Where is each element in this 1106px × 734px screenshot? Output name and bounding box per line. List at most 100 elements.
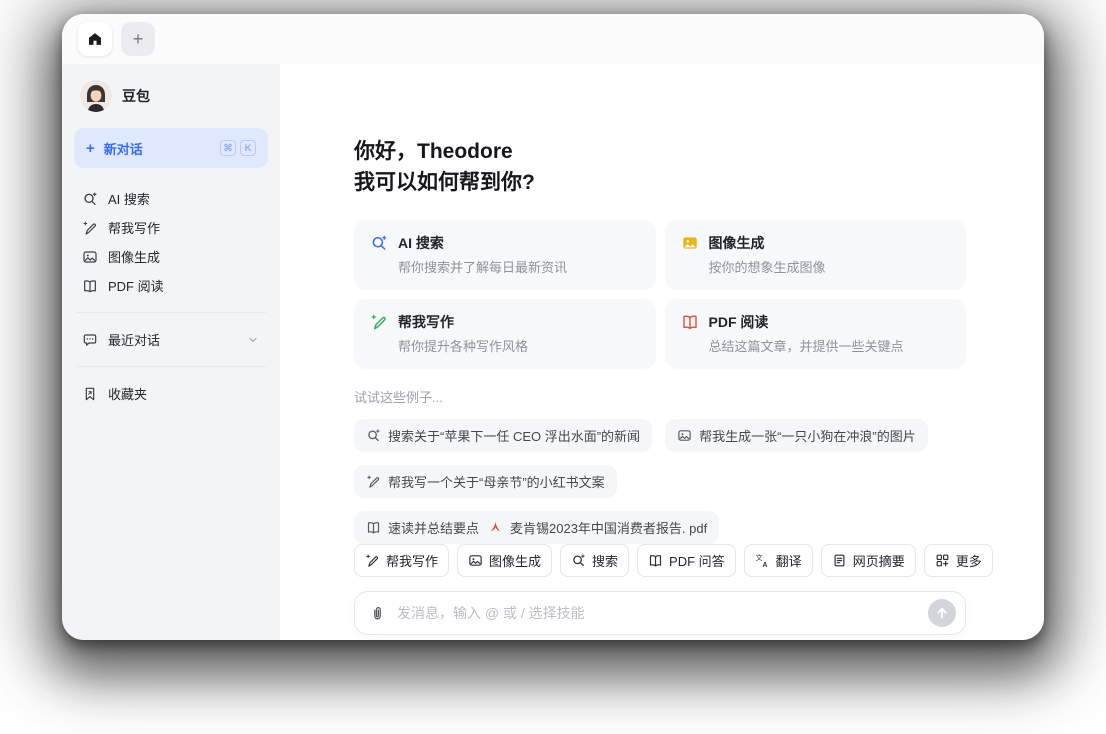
book-icon — [366, 520, 381, 535]
card-title: 帮我写作 — [398, 314, 454, 330]
card-title: PDF 阅读 — [708, 314, 769, 330]
home-icon — [87, 31, 103, 47]
search-icon — [366, 428, 381, 443]
tab-home[interactable] — [78, 22, 112, 56]
toolbar-chip-label: 搜索 — [592, 554, 619, 569]
sidebar-item-label: AI 搜索 — [108, 192, 150, 207]
app-window: + 豆包 + 新对话 ⌘ K AI 搜索 帮我写作 图像生成 PDF 阅读 最近… — [62, 14, 1044, 640]
sidebar-item-recent-chats[interactable]: 最近对话 — [74, 325, 268, 354]
new-chat-label: 新对话 — [103, 141, 143, 157]
send-button[interactable] — [928, 599, 956, 627]
sidebar-item-ai-search[interactable]: AI 搜索 — [74, 184, 268, 213]
chip-label: 搜索关于“苹果下一任 CEO 浮出水面”的新闻 — [388, 429, 641, 444]
card-pdf-read[interactable]: PDF 阅读 总结这篇文章，并提供一些关键点 — [664, 299, 966, 369]
toolbar-chip-write[interactable]: 帮我写作 — [354, 544, 450, 577]
new-tab-button[interactable]: + — [121, 22, 155, 56]
card-title: AI 搜索 — [398, 235, 444, 251]
plus-icon: + — [86, 139, 95, 157]
search-icon — [571, 553, 586, 568]
skill-toolbar: 帮我写作 图像生成 搜索 PDF 问答 文 A 翻译 网页摘要 更多 — [354, 544, 993, 577]
write-icon — [370, 313, 388, 331]
toolbar-chip-pdf-qa[interactable]: PDF 问答 — [637, 544, 736, 577]
tab-bar: + — [62, 14, 1044, 64]
write-icon — [366, 474, 381, 489]
avatar — [80, 80, 112, 112]
sidebar-item-favorites[interactable]: 收藏夹 — [74, 379, 268, 408]
sidebar-item-label: 收藏夹 — [108, 387, 148, 402]
example-chip-summarize-pdf[interactable]: 速读并总结要点 麦肯锡2023年中国消费者报告. pdf — [354, 511, 720, 544]
sidebar: 豆包 + 新对话 ⌘ K AI 搜索 帮我写作 图像生成 PDF 阅读 最近对话… — [62, 64, 280, 640]
more-grid-icon — [935, 553, 950, 568]
cmd-key-badge: ⌘ — [220, 140, 236, 156]
toolbar-chip-translate[interactable]: 文A 翻译 — [743, 544, 813, 577]
pdf-read-icon — [681, 313, 699, 331]
ai-search-icon — [82, 191, 98, 207]
card-subtitle: 按你的想象生成图像 — [708, 260, 826, 275]
sidebar-menu: AI 搜索 帮我写作 图像生成 PDF 阅读 — [74, 184, 268, 300]
sidebar-item-label: 帮我写作 — [108, 221, 161, 236]
toolbar-chip-label: 网页摘要 — [852, 554, 905, 569]
toolbar-chip-search[interactable]: 搜索 — [560, 544, 630, 577]
translate-icon: 文A — [755, 553, 770, 568]
profile-name: 豆包 — [122, 88, 150, 104]
card-image-gen[interactable]: 图像生成 按你的想象生成图像 — [664, 220, 966, 290]
attachment-name: 麦肯锡2023年中国消费者报告. pdf — [510, 521, 708, 536]
example-chips: 搜索关于“苹果下一任 CEO 浮出水面”的新闻 帮我生成一张“一只小狗在冲浪”的… — [354, 419, 994, 544]
ai-search-icon — [370, 234, 388, 252]
svg-text:A: A — [762, 562, 767, 568]
greeting-line1: 你好，Theodore — [354, 140, 513, 163]
card-write[interactable]: 帮我写作 帮你提升各种写作风格 — [354, 299, 656, 369]
divider — [76, 312, 266, 313]
toolbar-chip-image-gen[interactable]: 图像生成 — [457, 544, 553, 577]
toolbar-chip-label: 图像生成 — [489, 554, 542, 569]
chat-bubble-icon — [82, 332, 98, 348]
card-subtitle: 帮你搜索并了解每日最新资讯 — [398, 260, 568, 275]
image-icon — [82, 249, 98, 265]
sidebar-item-image-gen[interactable]: 图像生成 — [74, 242, 268, 271]
card-ai-search[interactable]: AI 搜索 帮你搜索并了解每日最新资讯 — [354, 220, 656, 290]
toolbar-chip-label: PDF 问答 — [669, 554, 725, 569]
chip-label: 帮我写一个关于“母亲节”的小红书文案 — [388, 475, 605, 490]
image-gen-icon — [681, 234, 699, 252]
toolbar-chip-more[interactable]: 更多 — [923, 544, 993, 577]
chip-label: 速读并总结要点 — [388, 521, 480, 536]
paperclip-icon[interactable] — [368, 604, 386, 622]
greeting-line2: 我可以如何帮到你? — [354, 171, 535, 194]
pdf-file-icon — [488, 520, 503, 535]
card-title: 图像生成 — [708, 235, 765, 251]
image-icon — [468, 553, 483, 568]
main-area: 你好，Theodore 我可以如何帮到你? AI 搜索 帮你搜索并了解每日最新资… — [280, 64, 1044, 640]
new-chat-button[interactable]: + 新对话 ⌘ K — [74, 128, 268, 168]
shortcut-badges: ⌘ K — [220, 140, 256, 156]
example-chip-search-news[interactable]: 搜索关于“苹果下一任 CEO 浮出水面”的新闻 — [354, 419, 653, 452]
example-chip-generate-image[interactable]: 帮我生成一张“一只小狗在冲浪”的图片 — [665, 419, 928, 452]
message-input-bar — [354, 591, 966, 635]
feature-cards: AI 搜索 帮你搜索并了解每日最新资讯 图像生成 按你的想象生成图像 帮我写作 … — [354, 220, 966, 369]
bookmark-icon — [82, 386, 98, 402]
sidebar-item-pdf-read[interactable]: PDF 阅读 — [74, 271, 268, 300]
sidebar-item-label: PDF 阅读 — [108, 279, 164, 294]
k-key-badge: K — [240, 140, 256, 156]
example-chip-write-copy[interactable]: 帮我写一个关于“母亲节”的小红书文案 — [354, 465, 617, 498]
toolbar-chip-label: 翻译 — [775, 554, 802, 569]
card-subtitle: 总结这篇文章，并提供一些关键点 — [708, 339, 904, 354]
sidebar-item-write[interactable]: 帮我写作 — [74, 213, 268, 242]
write-icon — [365, 553, 380, 568]
toolbar-chip-label: 更多 — [955, 554, 982, 569]
write-icon — [82, 220, 98, 236]
svg-text:文: 文 — [755, 553, 762, 562]
message-input[interactable] — [395, 604, 919, 622]
webpage-icon — [832, 553, 847, 568]
toolbar-chip-web-summary[interactable]: 网页摘要 — [820, 544, 916, 577]
sidebar-item-label: 图像生成 — [108, 250, 161, 265]
divider — [76, 366, 266, 367]
examples-label: 试试这些例子... — [354, 390, 443, 405]
card-subtitle: 帮你提升各种写作风格 — [398, 339, 529, 354]
book-icon — [648, 553, 663, 568]
image-icon — [677, 428, 692, 443]
chip-label: 帮我生成一张“一只小狗在冲浪”的图片 — [699, 429, 916, 444]
profile[interactable]: 豆包 — [74, 72, 268, 128]
book-icon — [82, 278, 98, 294]
sidebar-item-label: 最近对话 — [108, 333, 161, 348]
chevron-down-icon[interactable] — [246, 333, 260, 347]
